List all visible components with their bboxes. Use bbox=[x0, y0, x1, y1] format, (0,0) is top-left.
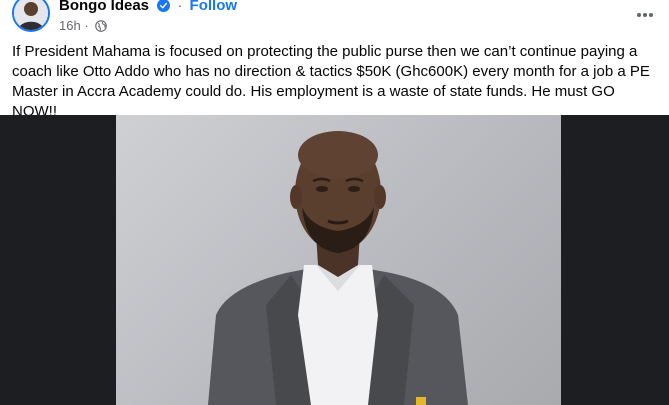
post-meta: 16h · bbox=[59, 18, 108, 33]
author-name[interactable]: Bongo Ideas bbox=[59, 0, 149, 14]
header-separator: · bbox=[177, 0, 183, 14]
post-text: If President Mahama is focused on protec… bbox=[12, 43, 650, 120]
follow-button[interactable]: Follow bbox=[190, 0, 238, 14]
post-timestamp[interactable]: 16h bbox=[59, 18, 81, 33]
globe-icon bbox=[92, 18, 108, 33]
avatar-image bbox=[14, 0, 48, 30]
post-header: Bongo Ideas · Follow 16h · bbox=[0, 0, 669, 40]
author-line: Bongo Ideas · Follow bbox=[59, 0, 237, 16]
author-avatar[interactable] bbox=[12, 0, 50, 32]
more-options-icon[interactable] bbox=[635, 6, 655, 17]
post-media[interactable] bbox=[0, 115, 669, 405]
verified-badge-icon bbox=[157, 0, 171, 16]
post-photo[interactable] bbox=[116, 115, 561, 405]
meta-separator: · bbox=[84, 18, 89, 33]
man-in-suit-photo bbox=[208, 131, 468, 405]
